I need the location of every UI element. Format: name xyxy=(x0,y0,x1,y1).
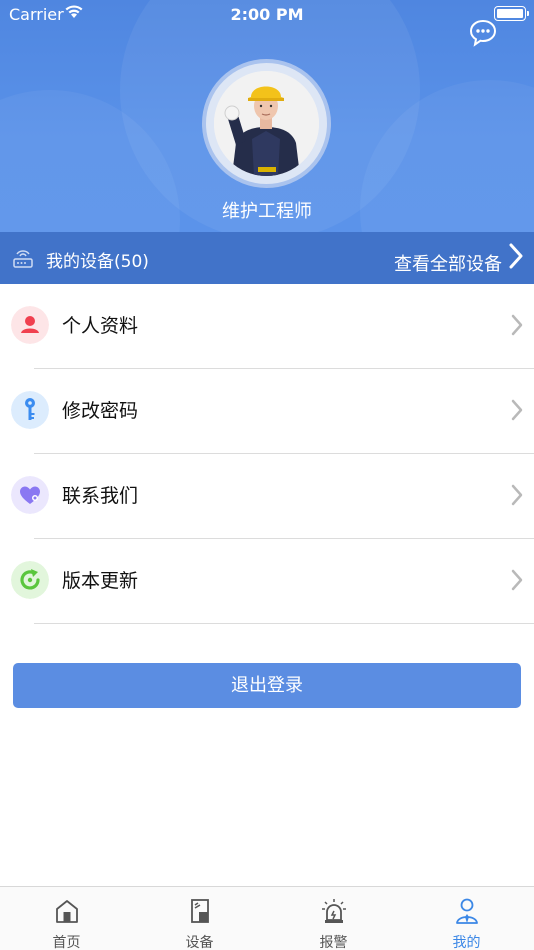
profile-screen: Carrier 2:00 PM 维护工程师 我的设备(50) 查看全部设备 个人… xyxy=(0,0,534,950)
clock: 2:00 PM xyxy=(230,5,304,24)
chevron-right-icon xyxy=(511,314,523,336)
profile-header: Carrier 2:00 PM 维护工程师 xyxy=(0,0,534,232)
menu-item-label: 个人资料 xyxy=(62,315,139,337)
alarm-icon xyxy=(321,899,346,923)
tab-label: 报警 xyxy=(319,935,348,950)
my-devices-title: 我的设备(50) xyxy=(46,252,149,272)
chevron-right-icon xyxy=(509,243,523,269)
tab-bar: 首页 设备 报警 我的 xyxy=(0,886,534,950)
tab-devices[interactable]: 设备 xyxy=(133,887,266,950)
menu-item-contact-us[interactable]: 联系我们 xyxy=(0,454,534,539)
engineer-illustration xyxy=(214,71,319,176)
person-icon xyxy=(11,306,49,344)
menu-item-label: 联系我们 xyxy=(62,485,139,507)
tab-alarm[interactable]: 报警 xyxy=(267,887,400,950)
home-icon xyxy=(55,900,78,923)
tab-label: 首页 xyxy=(52,935,81,950)
avatar-image xyxy=(214,71,319,176)
chevron-right-icon xyxy=(511,484,523,506)
chevron-right-icon xyxy=(511,399,523,421)
chevron-right-icon xyxy=(511,569,523,591)
menu-item-profile[interactable]: 个人资料 xyxy=(0,284,534,369)
avatar[interactable] xyxy=(202,59,331,188)
tab-home[interactable]: 首页 xyxy=(0,887,133,950)
view-all-devices-link[interactable]: 查看全部设备 xyxy=(394,250,502,276)
menu-item-change-password[interactable]: 修改密码 xyxy=(0,369,534,454)
device-icon xyxy=(190,899,209,923)
user-icon xyxy=(455,898,478,924)
heart-chat-icon xyxy=(11,476,49,514)
role-name: 维护工程师 xyxy=(222,201,312,222)
tab-label: 我的 xyxy=(452,935,481,950)
logout-button[interactable]: 退出登录 xyxy=(13,663,521,708)
tab-label: 设备 xyxy=(185,935,214,950)
message-icon[interactable] xyxy=(468,18,498,48)
menu-item-version-update[interactable]: 版本更新 xyxy=(0,539,534,624)
battery-icon xyxy=(494,6,529,21)
router-icon xyxy=(13,250,33,268)
menu-item-label: 修改密码 xyxy=(62,400,139,422)
refresh-icon xyxy=(11,561,49,599)
tab-mine[interactable]: 我的 xyxy=(400,887,533,950)
status-bar: Carrier 2:00 PM xyxy=(0,0,534,28)
divider xyxy=(34,623,534,624)
key-icon xyxy=(11,391,49,429)
my-devices-bar[interactable]: 我的设备(50) 查看全部设备 xyxy=(0,232,534,284)
menu-item-label: 版本更新 xyxy=(62,570,139,592)
